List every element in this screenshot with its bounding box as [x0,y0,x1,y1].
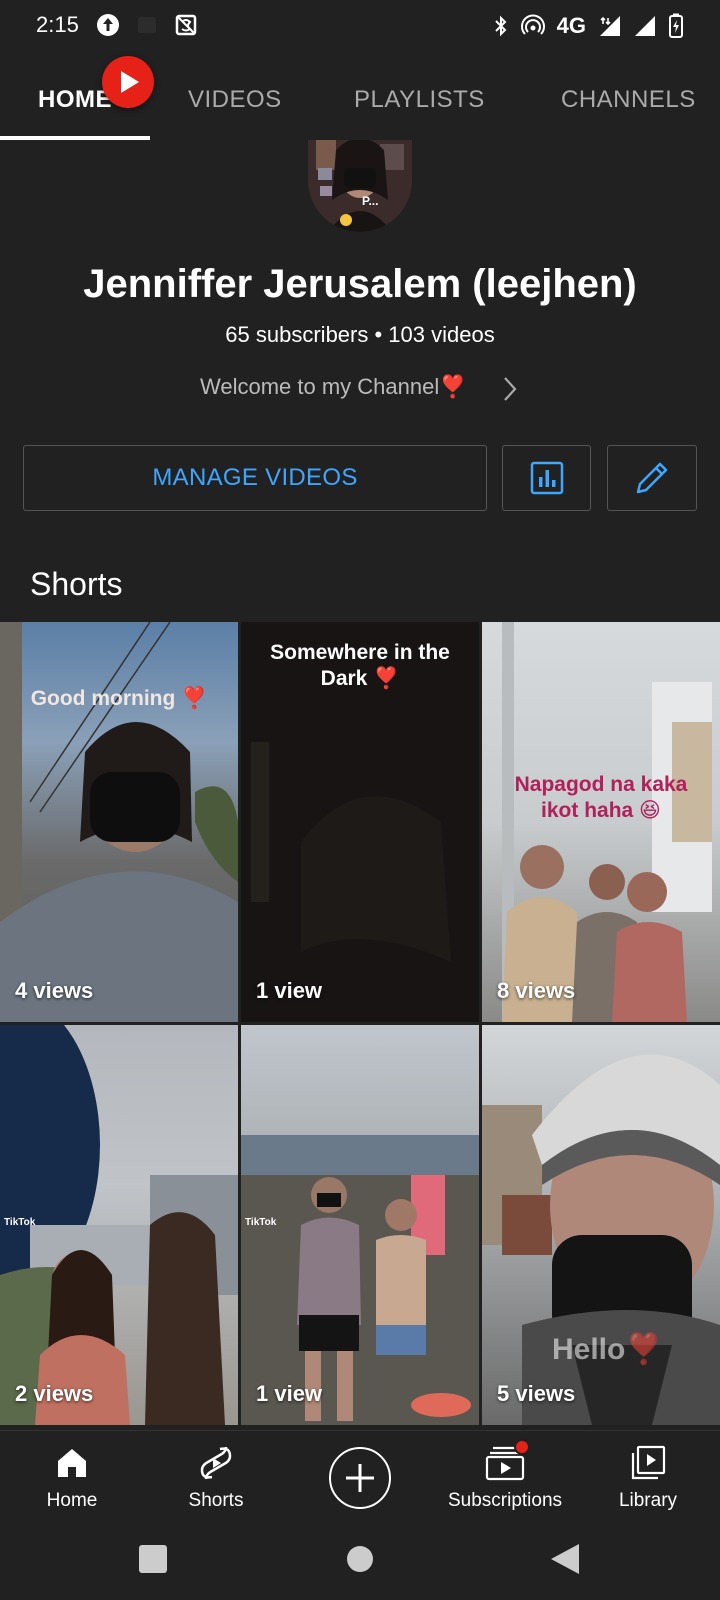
short-views: 1 view [256,978,323,1003]
hotspot-icon [520,14,545,35]
tiktok-watermark: TikTok [4,1217,36,1228]
short-preview-image [0,622,238,1022]
short-thumbnail[interactable]: TikTok 2 views [0,1025,238,1425]
nav-shorts[interactable]: Shorts [146,1445,286,1512]
manage-videos-button[interactable]: MANAGE VIDEOS [23,445,487,511]
nav-library-label: Library [618,1490,678,1511]
library-icon [631,1445,666,1480]
screenshot-icon [175,14,197,36]
short-overlay-text: Somewhere in the Dark ❣️ [270,641,450,690]
tab-channels[interactable]: CHANNELS [561,86,696,114]
tab-videos[interactable]: VIDEOS [188,86,282,114]
nav-library[interactable]: Library [578,1445,718,1512]
tab-playlists[interactable]: PLAYLISTS [354,86,485,114]
short-thumbnail[interactable]: Napagod na kaka ikot haha 😆 8 views [482,622,720,1022]
tiktok-watermark: TikTok [245,1217,277,1228]
blank-notification-icon [138,17,156,33]
play-icon [121,71,139,93]
short-thumbnail[interactable]: Hello❣️ 5 views [482,1025,720,1425]
avatar-caption: P... [362,194,379,208]
create-button[interactable] [329,1447,391,1509]
tab-home[interactable]: HOME [38,86,112,114]
nav-shorts-label: Shorts [188,1490,244,1511]
avatar-image [308,140,412,232]
battery-charging-icon [669,13,683,38]
back-triangle-icon[interactable] [550,1543,580,1575]
channel-description[interactable]: Welcome to my Channel❣️ [200,374,467,400]
bluetooth-icon [494,15,507,37]
recents-square-icon[interactable] [138,1544,168,1574]
home-icon [58,1449,86,1477]
signal-icon [635,16,655,36]
nav-subscriptions[interactable]: Subscriptions [435,1445,575,1512]
home-circle-icon[interactable] [346,1545,374,1573]
shorts-icon [200,1446,232,1480]
shorts-section-title: Shorts [30,566,123,602]
nav-home[interactable]: Home [2,1445,142,1512]
channel-avatar[interactable]: P... [308,140,412,232]
channel-name: Jenniffer Jerusalem (leejhen) [83,262,637,306]
short-views: 1 view [256,1381,323,1406]
short-preview-image [241,1135,479,1425]
signal-data-icon [600,16,620,36]
channel-stats: 65 subscribers • 103 videos [225,322,495,347]
chevron-right-icon[interactable] [500,374,520,404]
notification-dot [514,1439,530,1455]
system-navigation-bar [0,1530,720,1600]
status-bar: 2:15 4G [0,0,720,52]
short-views: 2 views [15,1381,94,1406]
short-overlay-text: Hello❣️ [552,1333,663,1366]
short-views: 5 views [497,1381,576,1406]
floating-play-logo[interactable] [102,56,154,108]
short-overlay-text: Napagod na kaka ikot haha 😆 [514,773,688,822]
edit-channel-button[interactable] [607,445,697,511]
short-overlay-text: Good morning ❣️ [30,687,208,710]
plus-icon [346,1464,374,1492]
upload-arrow-icon [97,14,119,36]
short-thumbnail[interactable]: Somewhere in the Dark ❣️ 1 view [241,622,479,1022]
short-views: 8 views [497,978,576,1003]
analytics-button[interactable] [502,445,591,511]
analytics-icon [530,461,563,495]
short-preview-image [0,1025,238,1425]
short-views: 4 views [15,978,94,1003]
network-type: 4G [556,13,586,38]
nav-subscriptions-label: Subscriptions [447,1490,563,1511]
nav-home-label: Home [46,1490,98,1511]
short-thumbnail[interactable]: Good morning ❣️ 4 views [0,622,238,1022]
status-time: 2:15 [36,12,79,37]
active-tab-indicator [0,136,150,140]
short-thumbnail[interactable]: TikTok 1 view [241,1025,479,1425]
pencil-icon [636,462,668,494]
bottom-navigation: Home Shorts Subscriptions Library [0,1430,720,1530]
